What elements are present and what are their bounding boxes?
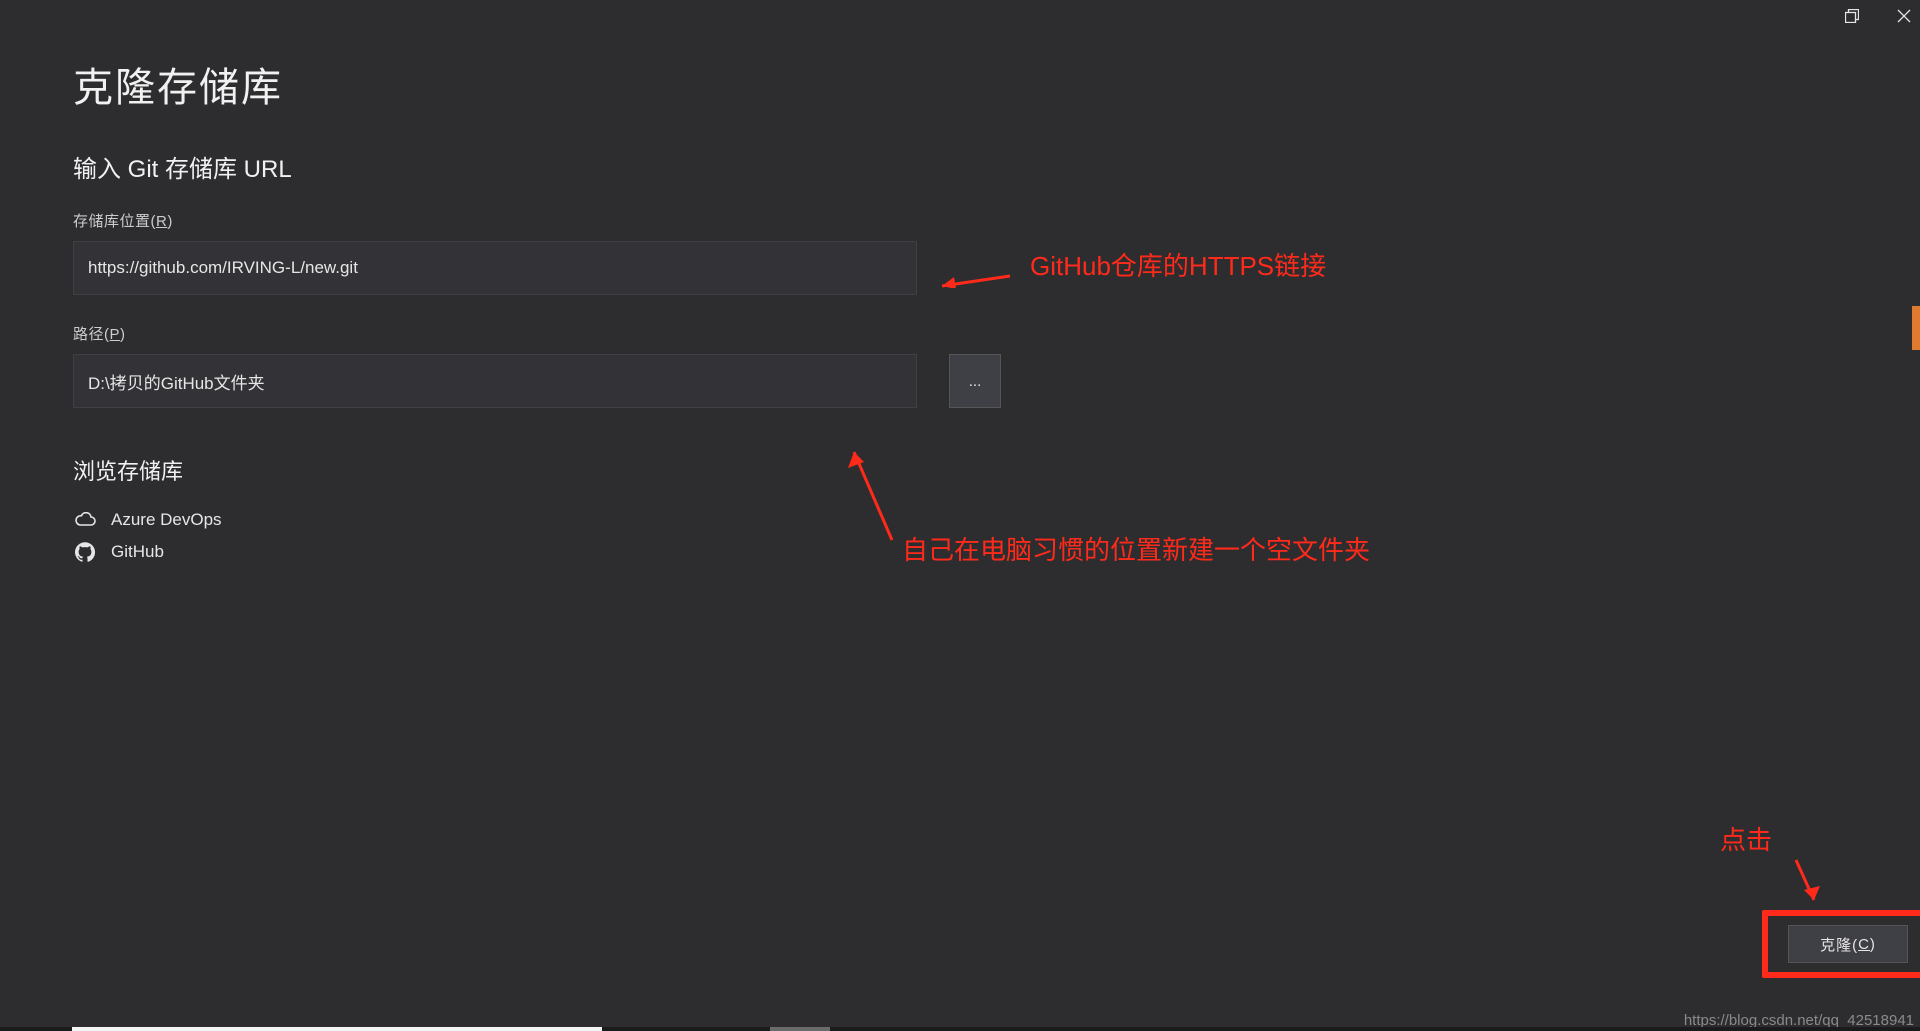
scroll-accent (1912, 306, 1920, 350)
annotation-text-3: 点击 (1720, 820, 1772, 857)
browse-azure-devops[interactable]: Azure DevOps (73, 504, 1860, 536)
browse-repo-title: 浏览存储库 (73, 454, 1860, 486)
repo-location-label: 存储库位置(R) (73, 210, 1860, 231)
browse-github[interactable]: GitHub (73, 536, 1860, 568)
bottom-strip-gray (770, 1027, 830, 1031)
browse-item-label: Azure DevOps (111, 510, 222, 530)
window-close-icon[interactable] (1896, 8, 1912, 24)
repo-location-input[interactable] (73, 241, 917, 295)
clone-button[interactable]: 克隆(C) (1788, 925, 1908, 963)
browse-path-button[interactable]: ... (949, 354, 1001, 408)
page-title: 克隆存储库 (73, 55, 1860, 113)
window-restore-icon[interactable] (1844, 8, 1860, 24)
bottom-strip-white (72, 1027, 602, 1031)
path-input[interactable] (73, 354, 917, 408)
path-label: 路径(P) (73, 323, 1860, 344)
cloud-icon (73, 512, 97, 528)
github-icon (73, 542, 97, 562)
browse-item-label: GitHub (111, 542, 164, 562)
section-subtitle: 输入 Git 存储库 URL (73, 149, 1860, 184)
